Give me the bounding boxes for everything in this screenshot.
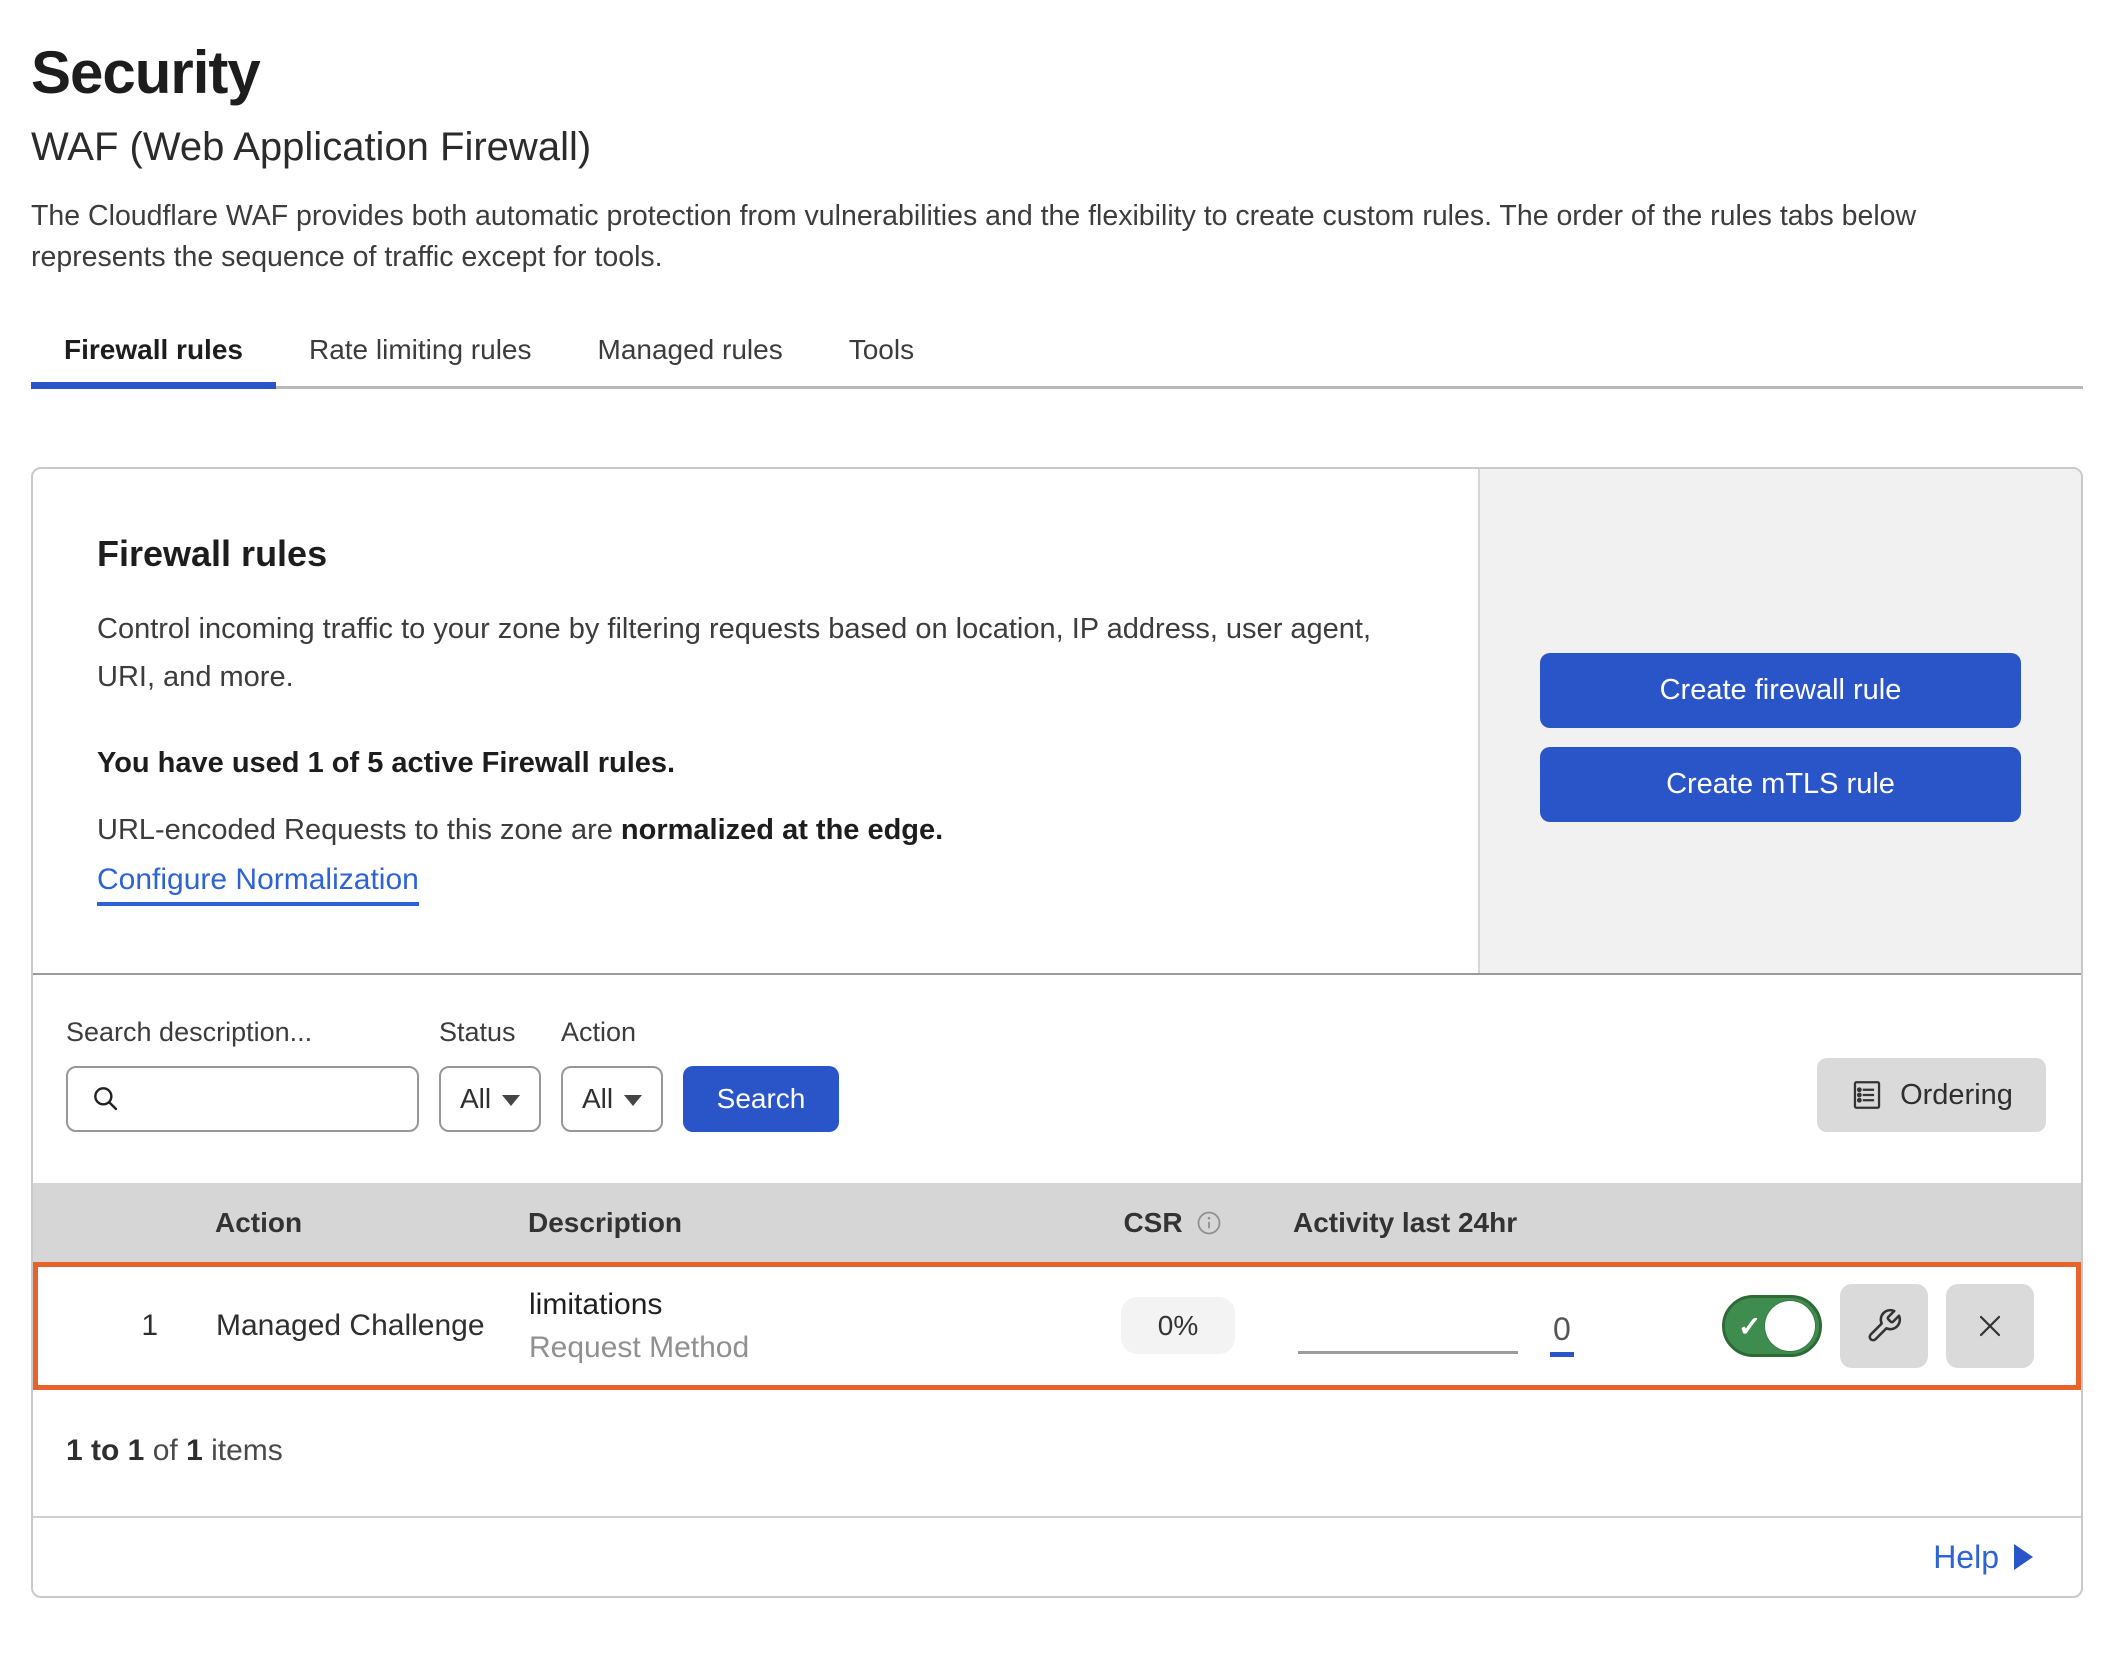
search-input[interactable] xyxy=(122,1068,487,1130)
pagination-range: 1 to 1 xyxy=(66,1434,144,1467)
status-dropdown-value: All xyxy=(460,1083,491,1115)
filter-bar: Search description... Status All xyxy=(33,975,2081,1183)
normalization-text: URL-encoded Requests to this zone are xyxy=(97,814,621,846)
header-activity: Activity last 24hr xyxy=(1293,1207,1623,1239)
tab-firewall-rules[interactable]: Firewall rules xyxy=(31,320,276,386)
help-arrow-icon xyxy=(2014,1544,2033,1570)
create-mtls-rule-button[interactable]: Create mTLS rule xyxy=(1540,747,2021,822)
chevron-down-icon xyxy=(624,1095,642,1106)
page-description: The Cloudflare WAF provides both automat… xyxy=(31,196,2031,278)
csr-badge: 0% xyxy=(1121,1297,1235,1354)
wrench-icon xyxy=(1865,1307,1903,1345)
rule-priority: 1 xyxy=(38,1309,158,1343)
header-description: Description xyxy=(513,1207,1053,1239)
pagination-items: items xyxy=(211,1434,283,1467)
overview-heading: Firewall rules xyxy=(97,533,1418,575)
normalization-bold-text: normalized at the edge. xyxy=(621,814,943,846)
delete-rule-button[interactable] xyxy=(1946,1284,2034,1368)
create-firewall-rule-button[interactable]: Create firewall rule xyxy=(1540,653,2021,728)
edit-rule-button[interactable] xyxy=(1840,1284,1928,1368)
pagination-total: 1 xyxy=(186,1434,203,1467)
action-label: Action xyxy=(561,1017,663,1048)
card-footer: Help xyxy=(33,1516,2081,1596)
info-icon[interactable] xyxy=(1195,1209,1223,1237)
tab-managed-rules[interactable]: Managed rules xyxy=(565,320,816,386)
tab-rate-limiting-rules[interactable]: Rate limiting rules xyxy=(276,320,565,386)
help-link-label: Help xyxy=(1933,1539,1999,1576)
rule-match-field: Request Method xyxy=(529,1331,1058,1365)
toggle-knob xyxy=(1765,1301,1815,1351)
usage-summary: You have used 1 of 5 active Firewall rul… xyxy=(97,747,1418,780)
status-label: Status xyxy=(439,1017,541,1048)
ordering-list-icon xyxy=(1850,1078,1884,1112)
overview-description: Control incoming traffic to your zone by… xyxy=(97,605,1407,701)
chevron-down-icon xyxy=(502,1095,520,1106)
firewall-rules-overview: Firewall rules Control incoming traffic … xyxy=(33,469,2081,975)
pagination-summary: 1 to 1 of 1 items xyxy=(33,1390,2081,1516)
rule-description-cell: limitations Request Method xyxy=(518,1288,1058,1365)
action-dropdown[interactable]: All xyxy=(561,1066,663,1132)
firewall-rule-row[interactable]: 1 Managed Challenge limitations Request … xyxy=(33,1262,2081,1390)
activity-count-link[interactable]: 0 xyxy=(1550,1313,1574,1357)
search-label: Search description... xyxy=(66,1017,419,1048)
header-csr-label: CSR xyxy=(1123,1207,1182,1239)
help-link[interactable]: Help xyxy=(1933,1539,2033,1576)
configure-normalization-link[interactable]: Configure Normalization xyxy=(97,863,419,906)
rule-enabled-toggle[interactable]: ✓ xyxy=(1722,1295,1822,1357)
rule-csr-cell: 0% xyxy=(1121,1310,1235,1342)
waf-tabs: Firewall rules Rate limiting rules Manag… xyxy=(31,320,2083,389)
rule-controls: ✓ xyxy=(1628,1284,2076,1368)
search-button[interactable]: Search xyxy=(683,1066,839,1132)
activity-sparkline xyxy=(1298,1351,1518,1354)
header-action: Action xyxy=(153,1207,513,1239)
search-box xyxy=(66,1066,419,1132)
actions-panel: Create firewall rule Create mTLS rule xyxy=(1478,469,2081,973)
page-subtitle: WAF (Web Application Firewall) xyxy=(31,125,2083,170)
pagination-of: of xyxy=(153,1434,178,1467)
tab-tools[interactable]: Tools xyxy=(816,320,947,386)
firewall-rules-card: Firewall rules Control incoming traffic … xyxy=(31,467,2083,1598)
normalization-note: URL-encoded Requests to this zone are no… xyxy=(97,814,1418,847)
rule-action: Managed Challenge xyxy=(158,1309,518,1343)
check-icon: ✓ xyxy=(1738,1310,1761,1343)
ordering-button-label: Ordering xyxy=(1900,1079,2013,1112)
action-dropdown-value: All xyxy=(582,1083,613,1115)
rule-activity-cell: 0 xyxy=(1298,1267,1628,1385)
table-header: Action Description CSR Activity last 24h… xyxy=(33,1183,2081,1262)
ordering-button[interactable]: Ordering xyxy=(1817,1058,2046,1132)
status-dropdown[interactable]: All xyxy=(439,1066,541,1132)
rule-description: limitations xyxy=(529,1288,1058,1322)
header-csr: CSR xyxy=(1123,1207,1222,1239)
search-icon xyxy=(90,1083,122,1115)
page-title: Security xyxy=(31,38,2083,107)
close-icon xyxy=(1972,1308,2008,1344)
